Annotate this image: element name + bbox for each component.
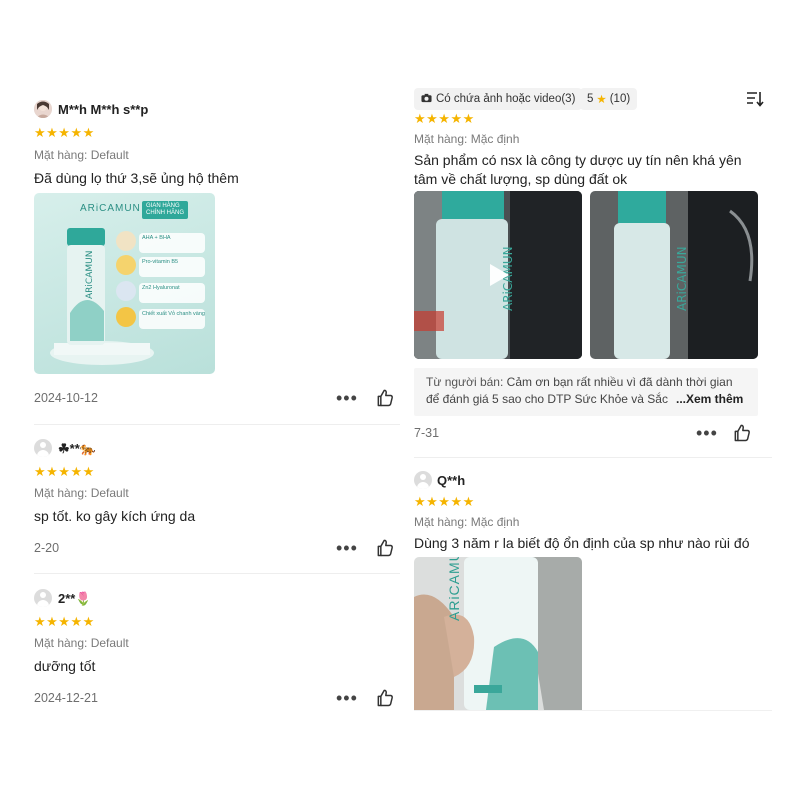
ingredient-label: Zn2 Hyaluronat [142, 285, 180, 291]
brand-logo: ARiCAMUN [446, 557, 462, 621]
variant-label: Mặt hàng: Default [34, 636, 129, 650]
user-avatar[interactable] [414, 471, 432, 489]
review-divider [34, 424, 400, 425]
more-options-icon[interactable]: ••• [696, 424, 718, 442]
svg-text:ARiCAMUN: ARiCAMUN [675, 246, 689, 311]
username[interactable]: 2**🌷 [58, 591, 92, 607]
review-text: Sản phẩm có nsx là công ty dược uy tín n… [414, 152, 742, 187]
user-avatar[interactable] [34, 100, 52, 118]
review-text: sp tốt. ko gây kích ứng da [34, 508, 196, 524]
product-promo-image: ARiCAMUN [50, 228, 205, 365]
username[interactable]: ☘**🐅 [58, 441, 96, 457]
seller-reply-label: Từ người bán: [426, 375, 504, 389]
brand-logo: ARiCAMUN [80, 203, 141, 214]
rating-stars: ★★★★★ [414, 494, 475, 509]
review-divider [34, 573, 400, 574]
sort-icon[interactable] [746, 91, 764, 112]
review-photo[interactable]: ARiCAMUN [414, 557, 582, 710]
review-divider [414, 457, 772, 458]
star-icon: ★ [596, 94, 607, 106]
rating-filter-value: 5 [587, 93, 594, 105]
review-date: 7-31 [414, 426, 440, 440]
ingredient-label: Pro-vitamin B5 [142, 259, 179, 265]
svg-text:ARiCAMUN: ARiCAMUN [85, 251, 95, 299]
ingredient-label: Chiết xuất Vỏ chanh vàng [142, 311, 205, 317]
variant-label: Mặt hàng: Mặc định [414, 132, 520, 146]
review-video-thumbnail[interactable]: ARiCAMUN [414, 191, 582, 359]
more-options-icon[interactable]: ••• [336, 539, 358, 557]
username[interactable]: M**h M**h s**p [58, 102, 148, 117]
thumbs-up-icon[interactable] [375, 388, 395, 413]
see-more-link[interactable]: ...Xem thêm [674, 391, 744, 408]
left-review-panel: M**h M**h s**p ★★★★★ Mặt hàng: Default Đ… [0, 0, 400, 800]
thumbs-up-icon[interactable] [375, 688, 395, 713]
user-avatar[interactable] [34, 589, 52, 607]
rating-stars: ★★★★★ [34, 614, 95, 629]
review-photo[interactable]: ARiCAMUN ARiCAMUN GIAN HÀNG CHÍNH HÃNG A… [34, 193, 215, 374]
rating-stars: ★★★★★ [414, 112, 475, 124]
review-photo[interactable]: ARiCAMUN [590, 191, 758, 359]
media-filter-chip[interactable]: Có chứa ảnh hoặc video(3) [414, 88, 583, 110]
variant-label: Mặt hàng: Default [34, 148, 129, 162]
review-date: 2024-12-21 [34, 691, 98, 705]
username[interactable]: Q**h [437, 473, 465, 488]
review-date: 2024-10-12 [34, 391, 98, 405]
review-text: Dùng 3 năm r la biết độ ổn định của sp n… [414, 535, 750, 551]
camera-icon [421, 93, 432, 106]
seller-reply: Từ người bán: Cảm ơn bạn rất nhiều vì đã… [414, 368, 758, 416]
official-store-badge: GIAN HÀNG CHÍNH HÃNG [142, 201, 189, 219]
review-text: Đã dùng lọ thứ 3,sẽ ủng hộ thêm [34, 170, 239, 186]
thumbs-up-icon[interactable] [375, 538, 395, 563]
rating-filter-chip[interactable]: 5 ★ (10) [580, 88, 638, 110]
variant-label: Mặt hàng: Mặc định [414, 515, 520, 529]
rating-stars: ★★★★★ [34, 125, 95, 140]
ingredient-label: AHA + BHA [142, 235, 171, 241]
media-filter-label: Có chứa ảnh hoặc video(3) [436, 93, 576, 105]
thumbs-up-icon[interactable] [732, 423, 752, 448]
rating-stars: ★★★★★ [34, 464, 95, 479]
review-divider [414, 710, 772, 711]
review-text: dưỡng tốt [34, 658, 96, 674]
variant-label: Mặt hàng: Default [34, 486, 129, 500]
rating-filter-count: (10) [609, 93, 631, 105]
more-options-icon[interactable]: ••• [336, 389, 358, 407]
more-options-icon[interactable]: ••• [336, 689, 358, 707]
review-date: 2-20 [34, 541, 60, 555]
play-icon[interactable] [488, 263, 510, 292]
right-review-panel: Có chứa ảnh hoặc video(3) 5 ★ (10) ★★★★★… [400, 0, 800, 800]
user-avatar[interactable] [34, 439, 52, 457]
